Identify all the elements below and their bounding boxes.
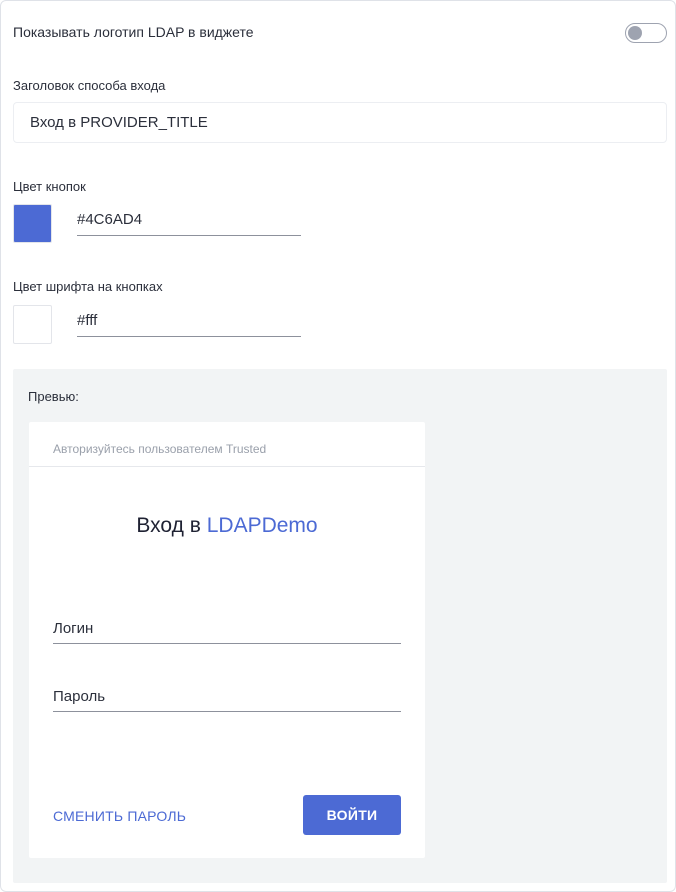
preview-area: Превью: Авторизуйтесь пользователем Trus… bbox=[13, 369, 667, 883]
login-title-label: Заголовок способа входа bbox=[13, 78, 166, 93]
widget-title-prefix: Вход в bbox=[136, 514, 201, 537]
button-color-input[interactable] bbox=[77, 204, 301, 236]
preview-label: Превью: bbox=[28, 389, 79, 404]
toggle-knob bbox=[628, 26, 642, 40]
password-field-label: Пароль bbox=[53, 688, 106, 705]
button-color-swatch[interactable] bbox=[13, 204, 52, 243]
font-color-label: Цвет шрифта на кнопках bbox=[13, 279, 163, 294]
show-logo-label: Показывать логотип LDAP в виджете bbox=[13, 24, 254, 40]
login-title-input[interactable] bbox=[13, 102, 667, 143]
login-field-label: Логин bbox=[53, 620, 94, 637]
ldap-widget-settings-panel: Показывать логотип LDAP в виджете Заголо… bbox=[0, 0, 676, 892]
password-field[interactable]: Пароль bbox=[53, 680, 401, 712]
show-logo-row: Показывать логотип LDAP в виджете bbox=[13, 23, 667, 43]
widget-provider-name: LDAPDemo bbox=[206, 514, 318, 537]
change-password-button[interactable]: СМЕНИТЬ ПАРОЛЬ bbox=[53, 808, 186, 824]
button-color-label: Цвет кнопок bbox=[13, 179, 86, 194]
show-logo-toggle[interactable] bbox=[625, 23, 667, 43]
widget-header: Авторизуйтесь пользователем Trusted bbox=[29, 422, 425, 467]
font-color-swatch[interactable] bbox=[13, 305, 52, 344]
login-field[interactable]: Логин bbox=[53, 612, 401, 644]
widget-title: Вход в LDAPDemo bbox=[29, 514, 425, 538]
login-widget-preview: Авторизуйтесь пользователем Trusted Вход… bbox=[29, 422, 425, 858]
widget-header-text: Авторизуйтесь пользователем Trusted bbox=[53, 442, 267, 456]
font-color-input[interactable] bbox=[77, 305, 301, 337]
submit-button[interactable]: ВОЙТИ bbox=[303, 795, 401, 835]
